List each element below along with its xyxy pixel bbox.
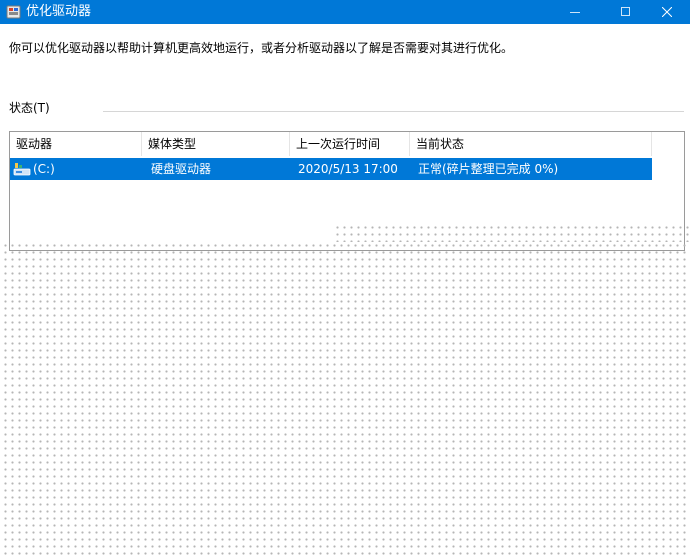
description-text: 你可以优化驱动器以帮助计算机更高效地运行，或者分析驱动器以了解是否需要对其进行优… bbox=[9, 41, 514, 55]
minimize-button[interactable] bbox=[552, 0, 598, 24]
transparent-region-pattern bbox=[332, 222, 690, 242]
column-header-drive[interactable]: 驱动器 bbox=[10, 132, 142, 156]
last-run-cell: 2020/5/13 17:00 bbox=[298, 162, 398, 176]
status-section-label: 状态(T) bbox=[9, 101, 50, 115]
drive-list-header: 驱动器 媒体类型 上一次运行时间 当前状态 bbox=[10, 132, 684, 156]
status-section-divider bbox=[103, 111, 684, 112]
title-bar[interactable]: 优化驱动器 bbox=[0, 0, 690, 24]
drive-row-c[interactable]: (C:) 硬盘驱动器 2020/5/13 17:00 正常(碎片整理已完成 0%… bbox=[10, 158, 652, 180]
defrag-app-icon bbox=[6, 4, 22, 20]
hard-drive-icon bbox=[13, 161, 31, 177]
column-header-status[interactable]: 当前状态 bbox=[410, 132, 652, 156]
media-type-cell: 硬盘驱动器 bbox=[151, 162, 212, 176]
status-cell: 正常(碎片整理已完成 0%) bbox=[418, 162, 559, 176]
column-header-media-type[interactable]: 媒体类型 bbox=[142, 132, 290, 156]
maximize-button[interactable] bbox=[602, 0, 648, 24]
transparent-region-pattern bbox=[0, 240, 690, 558]
close-icon bbox=[662, 7, 672, 17]
column-header-last-run[interactable]: 上一次运行时间 bbox=[290, 132, 410, 156]
window-title: 优化驱动器 bbox=[26, 4, 92, 19]
drive-cell: (C:) bbox=[33, 162, 55, 176]
close-button[interactable] bbox=[644, 0, 690, 24]
